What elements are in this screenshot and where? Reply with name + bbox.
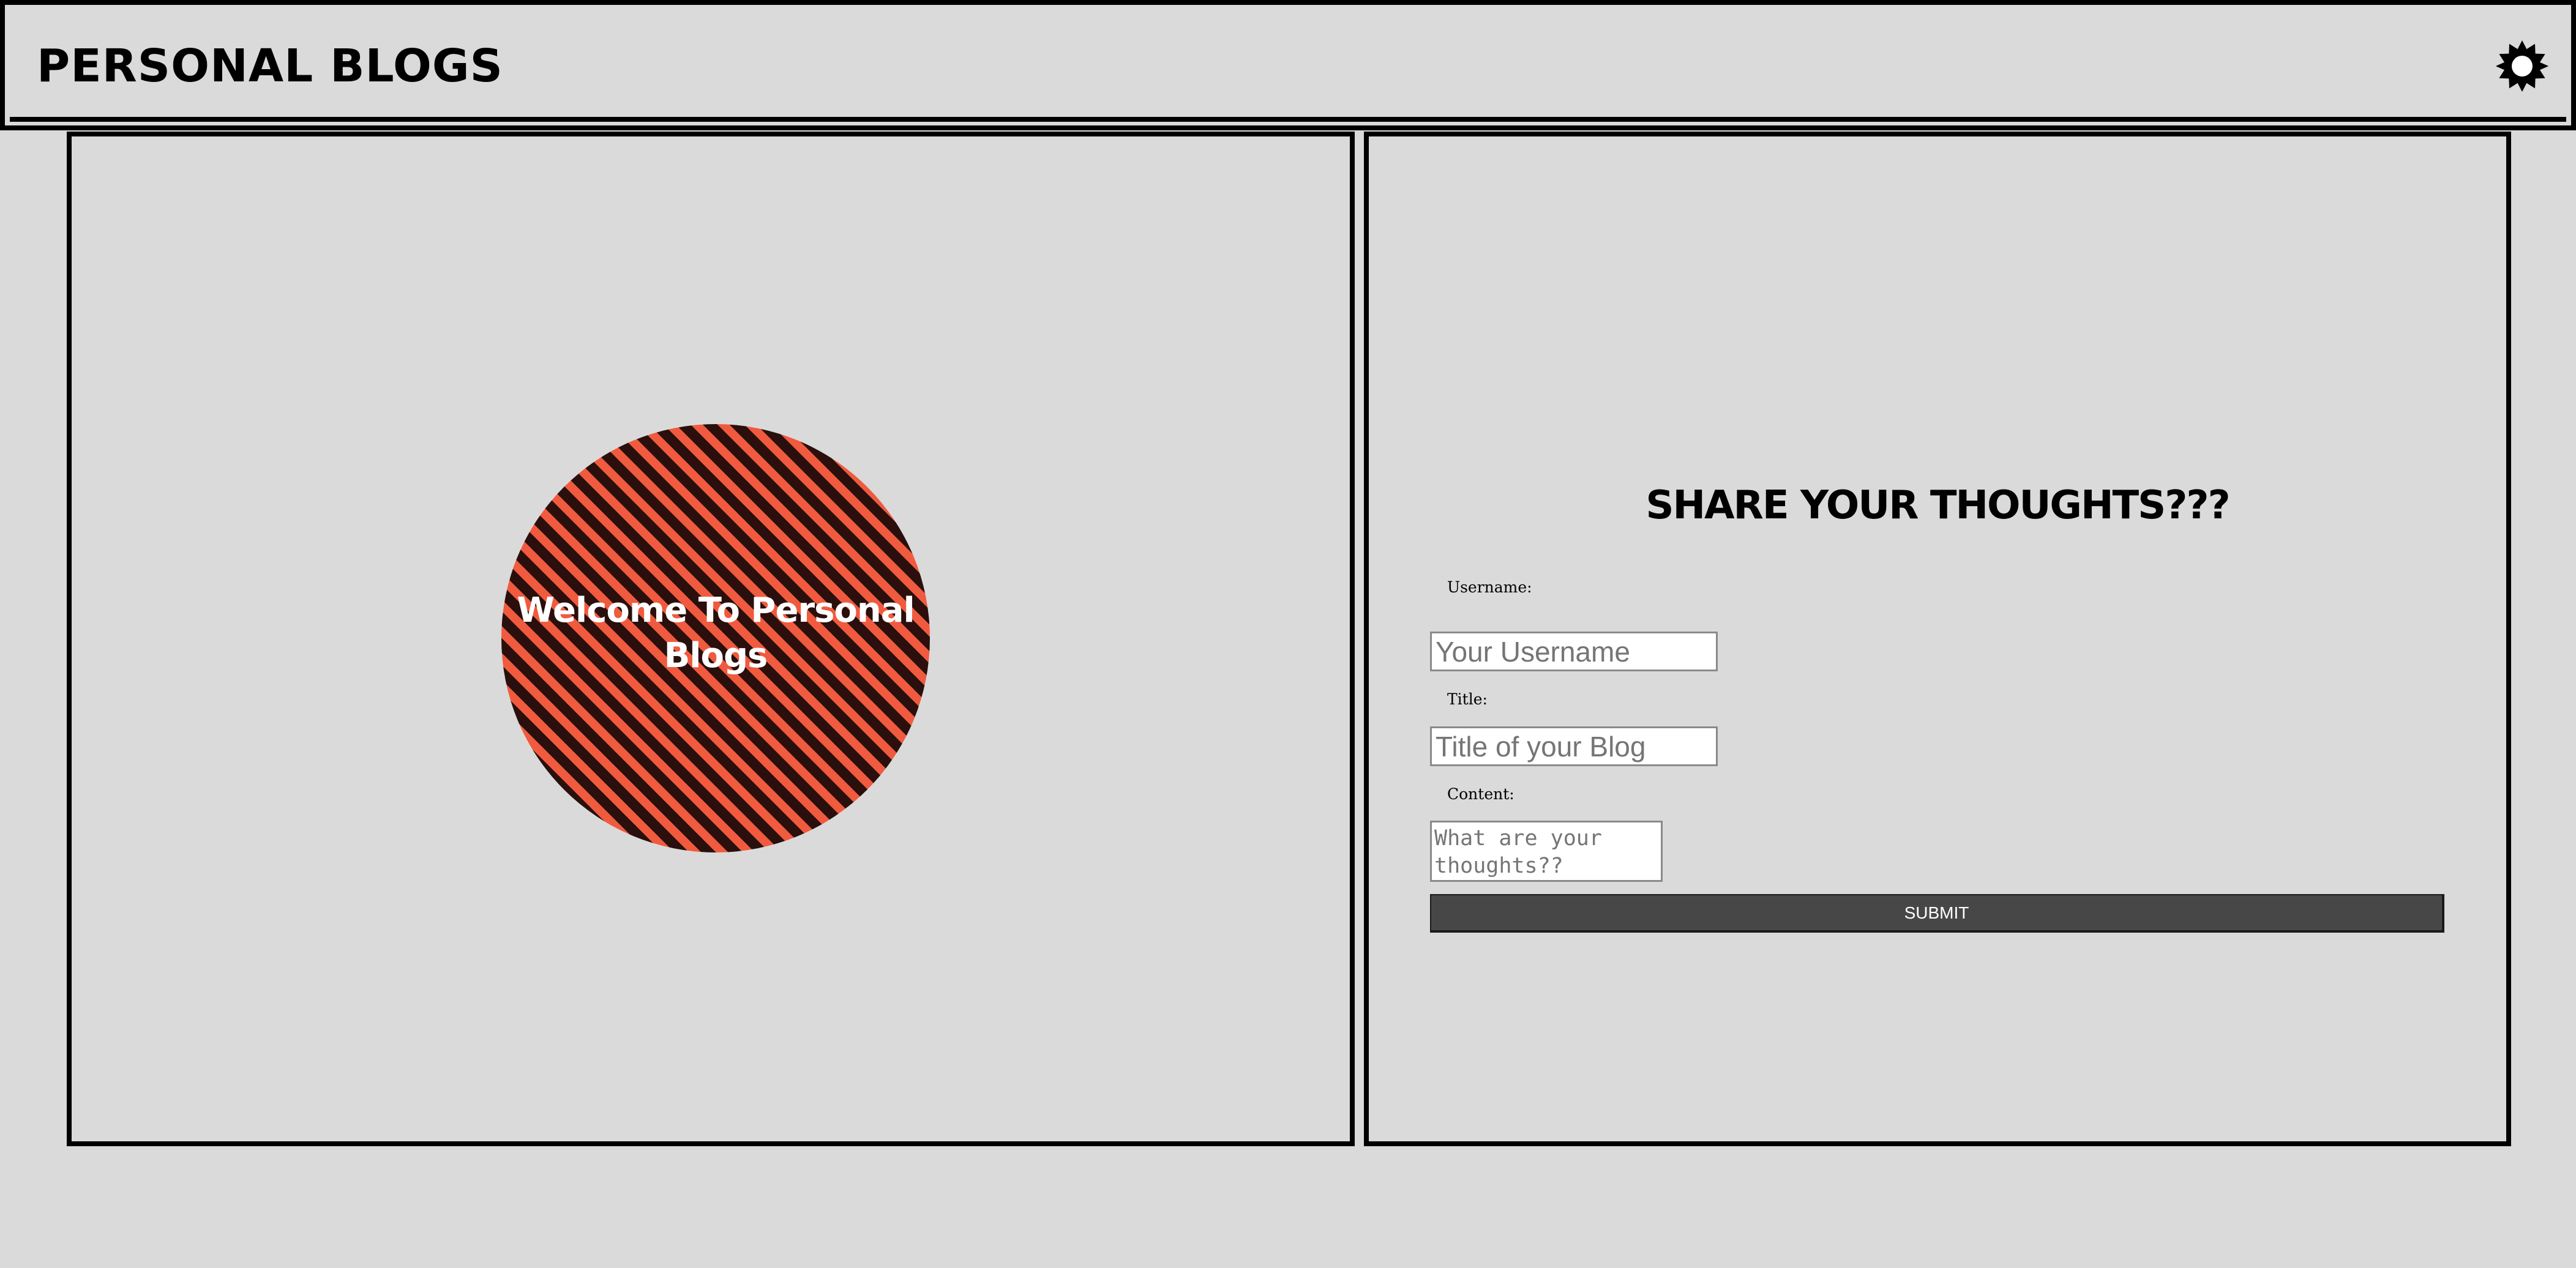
site-header: PERSONAL BLOGS [0,0,2576,130]
header-divider [10,117,2566,122]
submit-button[interactable]: SUBMIT [1430,894,2444,933]
username-label: Username: [1447,578,1532,596]
welcome-text: Welcome To Personal Blogs [517,591,915,676]
content-textarea[interactable] [1430,821,1663,882]
username-input[interactable] [1430,632,1718,671]
welcome-circle: Welcome To Personal Blogs [501,424,930,852]
site-title: PERSONAL BLOGS [37,40,503,92]
content-label: Content: [1447,785,1515,803]
title-label: Title: [1447,690,1488,708]
theme-toggle-button[interactable] [2495,39,2549,93]
blog-title-input[interactable] [1430,726,1718,766]
blog-form-panel: SHARE YOUR THOUGHTS??? Username: Title: … [1364,132,2511,1146]
welcome-panel: Welcome To Personal Blogs [67,132,1355,1146]
sun-icon [2495,40,2549,92]
form-title: SHARE YOUR THOUGHTS??? [1646,483,2230,528]
page: PERSONAL BLOGS Welcome To Personal Blogs… [0,0,2576,1268]
